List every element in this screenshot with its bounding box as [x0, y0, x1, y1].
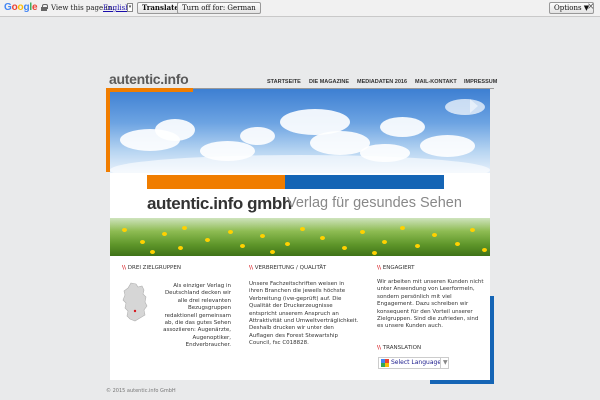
site-title[interactable]: autentic.info [109, 71, 189, 87]
marker: \\ [249, 265, 254, 271]
nav-impressum[interactable]: IMPRESSUM [464, 79, 497, 85]
blue-stripe [285, 175, 444, 189]
language-select[interactable]: English [103, 4, 130, 12]
turn-off-button[interactable]: Turn off for: German [177, 2, 261, 14]
lock-icon [41, 4, 48, 11]
company-tagline: Verlag für gesundes Sehen [287, 195, 462, 211]
marker: \\ [377, 265, 382, 271]
nav-mail-kontakt[interactable]: MAIL-KONTAKT [415, 79, 457, 85]
copyright-text: © 2015 autentic.info GmbH [106, 388, 176, 394]
column-text-zielgruppen: Als einziger Verlag in Deutschland decke… [163, 283, 231, 349]
close-icon[interactable]: × [587, 2, 595, 12]
select-language-label: Select Language [391, 359, 442, 366]
column-text-verbreitung: Unsere Fachzeitschriften weisen in ihren… [249, 281, 359, 347]
column-title-zielgruppen: \\ DREI ZIELGRUPPEN [122, 265, 181, 271]
marker: \\ [122, 265, 127, 271]
column-title-verbreitung: \\ VERBREITUNG / QUALITÄT [249, 265, 327, 271]
select-language-dropdown[interactable]: Select Language ▼ [378, 357, 449, 369]
translate-bar: Google View this page in: English ▾ Tran… [0, 0, 600, 17]
nav-startseite[interactable]: STARTSEITE [267, 79, 301, 85]
blue-accent-bar [430, 380, 494, 384]
column-title-engagiert: \\ ENGAGIERT [377, 265, 415, 271]
company-name: autentic.info gmbh [147, 194, 292, 213]
marker: \\ [377, 345, 382, 351]
nav-die-magazine[interactable]: DIE MAGAZINE [309, 79, 349, 85]
orange-stripe [147, 175, 285, 189]
orange-accent-vertical [106, 88, 110, 172]
chevron-down-icon[interactable]: ▾ [127, 3, 133, 12]
google-translate-icon [381, 359, 389, 367]
orange-accent-bar [106, 88, 193, 92]
google-logo: Google [4, 2, 38, 13]
column-title-translation: \\ TRANSLATION [377, 345, 422, 351]
column-text-engagiert: Wir arbeiten mit unseren Kunden nicht un… [377, 279, 484, 330]
blue-accent-vertical [490, 296, 494, 384]
sky-banner-image [110, 89, 490, 173]
nav-mediadaten[interactable]: MEDIADATEN 2016 [357, 79, 407, 85]
slider-next-icon[interactable] [470, 99, 478, 113]
chevron-down-icon: ▼ [440, 358, 448, 368]
meadow-image [110, 218, 490, 256]
